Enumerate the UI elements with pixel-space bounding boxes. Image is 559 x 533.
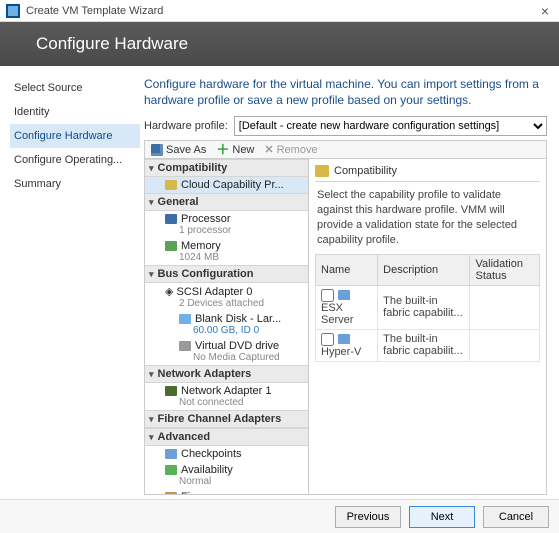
save-as-button[interactable]: Save As [151,144,206,156]
new-label: New [232,144,254,156]
window-title: Create VM Template Wizard [26,5,537,17]
checkpoint-icon [165,449,177,459]
close-icon[interactable]: × [537,3,553,19]
profile-icon [338,334,350,344]
tree-section-network[interactable]: ▾Network Adapters [145,365,308,383]
tree-item-checkpoints[interactable]: Checkpoints [145,446,308,462]
hardware-profile-row: Hardware profile: [Default - create new … [144,116,547,136]
col-validation-status[interactable]: Validation Status [470,254,540,285]
chevron-down-icon: ▾ [149,197,154,208]
compatibility-icon [315,165,329,177]
nav-step-configure-os[interactable]: Configure Operating... [10,148,140,172]
nav-step-identity[interactable]: Identity [10,100,140,124]
remove-button: ✕ Remove [264,143,317,156]
row-checkbox[interactable] [321,333,334,346]
hardware-profile-label: Hardware profile: [144,120,228,132]
tree-section-fc[interactable]: ▾Fibre Channel Adapters [145,410,308,428]
tree-section-bus[interactable]: ▾Bus Configuration [145,265,308,283]
tree-item-memory[interactable]: Memory1024 MB [145,238,308,265]
table-row[interactable]: ESX Server The built-in fabric capabilit… [316,285,540,329]
tree-item-firmware[interactable]: FirmwareSecure boot Enabled [145,489,308,494]
tree-item-availability[interactable]: AvailabilityNormal [145,462,308,489]
detail-pane: Compatibility Select the capability prof… [309,159,546,494]
hardware-tree[interactable]: ▾Compatibility Cloud Capability Pr... ▾G… [145,159,309,494]
tree-item-processor[interactable]: Processor1 processor [145,211,308,238]
tree-item-scsi[interactable]: ◈ SCSI Adapter 02 Devices attached [145,283,308,311]
nic-icon [165,386,177,396]
save-as-label: Save As [166,144,206,156]
detail-title: Compatibility [334,165,397,177]
dvd-icon [179,341,191,351]
tree-item-blank-disk[interactable]: Blank Disk - Lar...60.00 GB, ID 0 [145,311,308,338]
tree-item-nic1[interactable]: Network Adapter 1Not connected [145,383,308,410]
firmware-icon [165,492,177,494]
chevron-down-icon: ▾ [149,432,154,443]
plus-icon: ＋ [216,144,229,156]
content-area: Select Source Identity Configure Hardwar… [0,66,559,499]
detail-description: Select the capability profile to validat… [315,182,540,253]
tree-section-advanced[interactable]: ▾Advanced [145,428,308,446]
chevron-down-icon: ▾ [149,369,154,380]
title-bar: Create VM Template Wizard × [0,0,559,22]
wizard-nav: Select Source Identity Configure Hardwar… [0,66,140,499]
row-checkbox[interactable] [321,289,334,302]
col-name[interactable]: Name [316,254,378,285]
previous-button[interactable]: Previous [335,506,401,528]
cloud-icon [165,180,177,190]
new-button[interactable]: ＋ New [216,144,254,156]
nav-step-summary[interactable]: Summary [10,172,140,196]
memory-icon [165,241,177,251]
page-title: Configure Hardware [36,34,188,54]
table-row[interactable]: Hyper-V The built-in fabric capabilit... [316,329,540,361]
remove-label: Remove [277,144,318,156]
main-panel: Configure hardware for the virtual machi… [140,66,559,499]
tree-section-general[interactable]: ▾General [145,193,308,211]
hardware-toolbar: Save As ＋ New ✕ Remove [144,140,547,159]
detail-header: Compatibility [315,163,540,182]
cancel-button[interactable]: Cancel [483,506,549,528]
hardware-panes: ▾Compatibility Cloud Capability Pr... ▾G… [144,159,547,495]
remove-icon: ✕ [264,143,273,156]
intro-text: Configure hardware for the virtual machi… [144,76,547,108]
cpu-icon [165,214,177,224]
disk-icon [179,314,191,324]
chevron-down-icon: ▾ [149,163,154,174]
availability-icon [165,465,177,475]
hardware-profile-select[interactable]: [Default - create new hardware configura… [234,116,547,136]
wizard-footer: Previous Next Cancel [0,499,559,533]
chevron-down-icon: ▾ [149,414,154,425]
save-icon [151,144,163,156]
col-description[interactable]: Description [378,254,470,285]
tree-section-compatibility[interactable]: ▾Compatibility [145,159,308,177]
tree-item-cloud-capability[interactable]: Cloud Capability Pr... [145,177,308,193]
app-icon [6,4,20,18]
nav-step-configure-hardware[interactable]: Configure Hardware [10,124,140,148]
capability-table: Name Description Validation Status ESX S… [315,254,540,362]
next-button[interactable]: Next [409,506,475,528]
nav-step-select-source[interactable]: Select Source [10,76,140,100]
tree-item-dvd[interactable]: Virtual DVD driveNo Media Captured [145,338,308,365]
profile-icon [338,290,350,300]
page-header: Configure Hardware [0,22,559,66]
chevron-down-icon: ▾ [149,269,154,280]
